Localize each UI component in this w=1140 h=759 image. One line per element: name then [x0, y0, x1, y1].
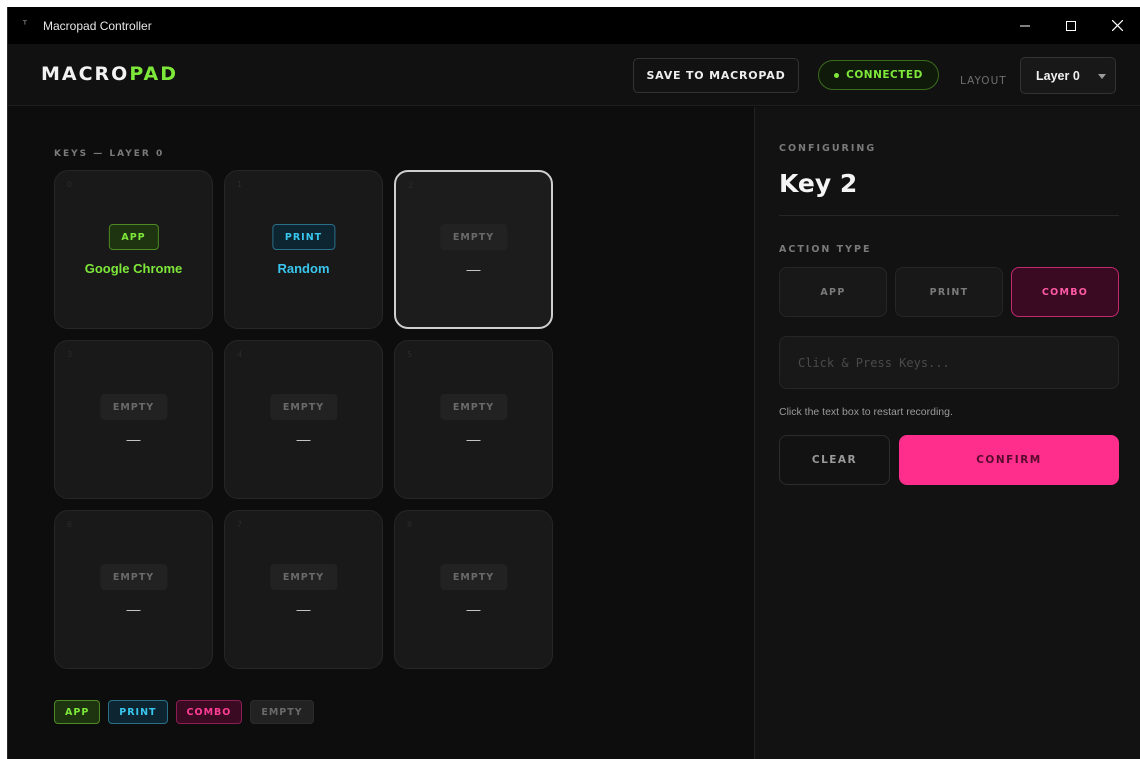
key-number: 4: [237, 350, 243, 359]
type-legend: APP PRINT COMBO EMPTY: [54, 700, 314, 724]
title-bar: ᵀ Macropad Controller: [8, 7, 1140, 44]
key-value: —: [126, 601, 141, 617]
key-number: 7: [237, 520, 243, 529]
app-header: MACROPAD SAVE TO MACROPAD CONNECTED LAYO…: [8, 44, 1140, 106]
legend-chip-empty: EMPTY: [250, 700, 314, 724]
logo-text-macro: MACRO: [41, 63, 130, 85]
key-type-badge: APP: [108, 224, 159, 250]
window-controls: [1002, 7, 1140, 44]
key-number: 0: [67, 180, 73, 189]
key-tile[interactable]: 4 EMPTY —: [224, 340, 383, 499]
configuring-label: CONFIGURING: [779, 143, 877, 154]
key-number: 5: [407, 350, 413, 359]
key-value: —: [466, 601, 481, 617]
key-type-badge: EMPTY: [269, 564, 338, 590]
connection-status-badge: CONNECTED: [818, 60, 939, 90]
macropad-app-icon: ᵀ: [23, 19, 27, 31]
legend-chip-print: PRINT: [108, 700, 168, 724]
key-value: Random: [277, 261, 330, 276]
key-value: —: [126, 431, 141, 447]
close-icon: [1111, 20, 1123, 31]
key-type-badge: EMPTY: [439, 564, 508, 590]
chevron-down-icon: [1098, 74, 1106, 79]
key-number: 1: [237, 180, 243, 189]
save-to-macropad-button[interactable]: SAVE TO MACROPAD: [633, 58, 799, 93]
key-value: —: [296, 601, 311, 617]
key-tile[interactable]: 7 EMPTY —: [224, 510, 383, 669]
configuring-key-title: Key 2: [779, 169, 858, 198]
action-type-label: ACTION TYPE: [779, 244, 872, 255]
minimize-button[interactable]: [1002, 7, 1048, 44]
key-value: —: [466, 431, 481, 447]
key-tile[interactable]: 6 EMPTY —: [54, 510, 213, 669]
key-tile[interactable]: 3 EMPTY —: [54, 340, 213, 499]
legend-chip-app: APP: [54, 700, 101, 724]
maximize-button[interactable]: [1048, 7, 1094, 44]
key-value: Google Chrome: [84, 261, 183, 276]
key-type-badge: PRINT: [271, 224, 336, 250]
logo: MACROPAD: [41, 63, 178, 85]
app-window: ᵀ Macropad Controller MACROPAD SAVE TO M…: [7, 7, 1140, 759]
key-tile[interactable]: 0 APP Google Chrome: [54, 170, 213, 329]
key-type-badge: EMPTY: [99, 394, 168, 420]
action-type-combo-button[interactable]: COMBO: [1011, 267, 1119, 317]
key-number: 2: [408, 181, 414, 190]
key-number: 3: [67, 350, 73, 359]
maximize-icon: [1066, 20, 1076, 31]
keys-section-label: KEYS — LAYER 0: [54, 149, 165, 159]
legend-chip-combo: COMBO: [175, 700, 243, 724]
clear-button[interactable]: CLEAR: [779, 435, 890, 485]
recording-hint: Click the text box to restart recording.: [779, 406, 953, 418]
key-tile-selected[interactable]: 2 EMPTY —: [394, 170, 553, 329]
key-type-badge: EMPTY: [439, 394, 508, 420]
layer-select-value: Layer 0: [1036, 68, 1080, 83]
key-type-badge: EMPTY: [439, 224, 508, 250]
key-number: 8: [407, 520, 413, 529]
logo-text-pad: PAD: [129, 63, 179, 85]
close-button[interactable]: [1094, 7, 1140, 44]
key-number: 6: [67, 520, 73, 529]
status-dot-icon: [834, 72, 840, 78]
key-type-badge: EMPTY: [269, 394, 338, 420]
key-type-badge: EMPTY: [99, 564, 168, 590]
action-type-app-button[interactable]: APP: [779, 267, 887, 317]
minimize-icon: [1020, 25, 1030, 26]
key-value: —: [466, 261, 481, 277]
key-tile[interactable]: 1 PRINT Random: [224, 170, 383, 329]
key-tile[interactable]: 5 EMPTY —: [394, 340, 553, 499]
config-panel: CONFIGURING Key 2 ACTION TYPE APP PRINT …: [754, 107, 1140, 759]
divider: [779, 215, 1119, 216]
layer-select[interactable]: Layer 0: [1020, 57, 1116, 94]
window-title: Macropad Controller: [43, 18, 152, 33]
key-tile[interactable]: 8 EMPTY —: [394, 510, 553, 669]
confirm-button[interactable]: CONFIRM: [899, 435, 1119, 485]
key-value: —: [296, 431, 311, 447]
layout-label: LAYOUT: [960, 75, 1007, 87]
connection-status-text: CONNECTED: [846, 69, 923, 81]
key-recording-input[interactable]: [779, 336, 1119, 389]
action-type-print-button[interactable]: PRINT: [895, 267, 1003, 317]
keys-area: KEYS — LAYER 0 0 APP Google Chrome 1 PRI…: [8, 107, 754, 759]
